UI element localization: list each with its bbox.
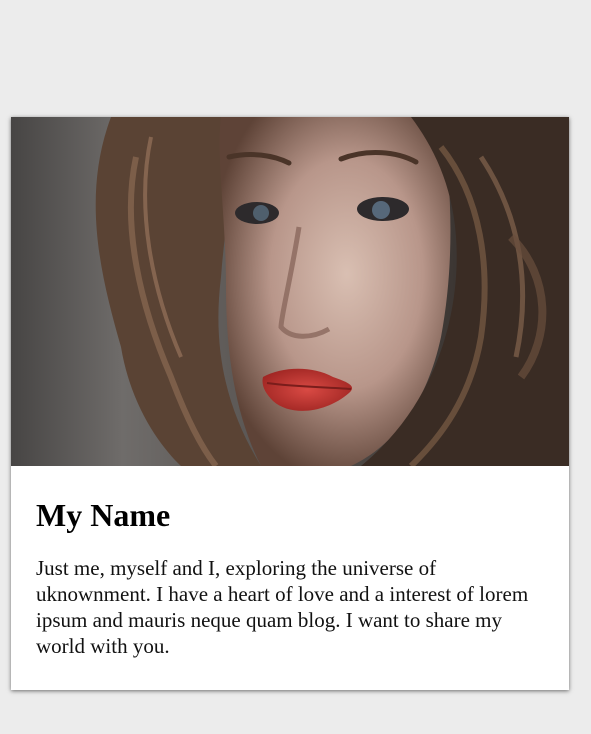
profile-photo [11, 117, 569, 466]
profile-name: My Name [36, 497, 171, 533]
profile-content: My Name Just me, myself and I, exploring… [11, 466, 569, 659]
profile-bio: Just me, myself and I, exploring the uni… [36, 556, 529, 658]
portrait-image [11, 117, 569, 466]
profile-card: My Name Just me, myself and I, exploring… [11, 117, 569, 690]
